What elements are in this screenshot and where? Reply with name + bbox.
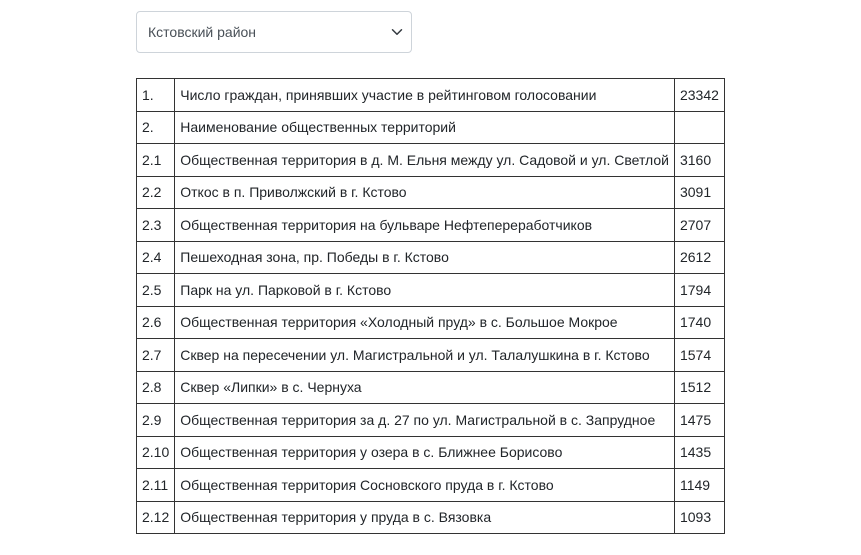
- vote-count: 3160: [673, 143, 725, 177]
- territory-name: Парк на ул. Парковой в г. Кстово: [174, 273, 675, 307]
- vote-count: 2707: [673, 208, 725, 242]
- vote-count: 1794: [673, 273, 725, 307]
- territory-name: Сквер «Липки» в с. Чернуха: [174, 370, 675, 404]
- vote-count: 1093: [673, 500, 725, 534]
- district-select-value: Кстовский район: [148, 24, 257, 40]
- chevron-down-icon: [389, 24, 405, 40]
- district-select[interactable]: Кстовский район: [136, 11, 412, 53]
- territory-name: Общественная территория в д. М. Ельня ме…: [174, 143, 675, 177]
- vote-count: 1435: [673, 435, 725, 469]
- results-table-body: 1. Число граждан, принявших участие в рей…: [135, 78, 725, 534]
- row-number: 1.: [135, 78, 176, 112]
- territory-name: Откос в п. Приволжский в г. Кстово: [174, 175, 675, 209]
- vote-count: [673, 110, 725, 144]
- vote-count: 23342: [673, 78, 725, 112]
- table-row: 2.10 Общественная территория у озера в с.…: [135, 435, 725, 469]
- vote-count: 1149: [673, 468, 725, 502]
- territory-name: Наименование общественных территорий: [174, 110, 675, 144]
- table-row: 2.1 Общественная территория в д. М. Ельня…: [135, 143, 725, 177]
- territory-name: Общественная территория у озера в с. Бли…: [174, 435, 675, 469]
- row-number: 2.11: [135, 468, 176, 502]
- table-row: 2.8 Сквер «Липки» в с. Чернуха 1512: [135, 370, 725, 404]
- territory-name: Сквер на пересечении ул. Магистральной и…: [174, 338, 675, 372]
- row-number: 2.9: [135, 403, 176, 437]
- vote-count: 1740: [673, 305, 725, 339]
- territory-name: Общественная территория у пруда в с. Вяз…: [174, 500, 675, 534]
- table-row: 2.12 Общественная территория у пруда в с.…: [135, 500, 725, 534]
- vote-count: 1574: [673, 338, 725, 372]
- table-row: 1. Число граждан, принявших участие в рей…: [135, 78, 725, 112]
- table-row: 2.5 Парк на ул. Парковой в г. Кстово 1794: [135, 273, 725, 307]
- vote-count: 2612: [673, 240, 725, 274]
- territory-name: Общественная территория на бульваре Нефт…: [174, 208, 675, 242]
- vote-count: 1512: [673, 370, 725, 404]
- vote-count: 3091: [673, 175, 725, 209]
- territory-name: Пешеходная зона, пр. Победы в г. Кстово: [174, 240, 675, 274]
- table-row: 2.6 Общественная территория «Холодный пру…: [135, 305, 725, 339]
- table-row: 2.9 Общественная территория за д. 27 по у…: [135, 403, 725, 437]
- table-row: 2.7 Сквер на пересечении ул. Магистрально…: [135, 338, 725, 372]
- table-row: 2.3 Общественная территория на бульваре Н…: [135, 208, 725, 242]
- results-table: 1. Число граждан, принявших участие в рей…: [135, 78, 725, 534]
- table-row: 2. Наименование общественных территорий: [135, 110, 725, 144]
- row-number: 2.1: [135, 143, 176, 177]
- table-row: 2.4 Пешеходная зона, пр. Победы в г. Ксто…: [135, 240, 725, 274]
- row-number: 2.3: [135, 208, 176, 242]
- row-number: 2.6: [135, 305, 176, 339]
- row-number: 2.4: [135, 240, 176, 274]
- table-row: 2.2 Откос в п. Приволжский в г. Кстово 309…: [135, 175, 725, 209]
- territory-name: Общественная территория за д. 27 по ул. …: [174, 403, 675, 437]
- row-number: 2.8: [135, 370, 176, 404]
- row-number: 2.2: [135, 175, 176, 209]
- row-number: 2.: [135, 110, 176, 144]
- row-number: 2.10: [135, 435, 176, 469]
- row-number: 2.12: [135, 500, 176, 534]
- territory-name: Общественная территория «Холодный пруд» …: [174, 305, 675, 339]
- territory-name: Число граждан, принявших участие в рейти…: [174, 78, 675, 112]
- table-row: 2.11 Общественная территория Сосновского …: [135, 468, 725, 502]
- row-number: 2.7: [135, 338, 176, 372]
- vote-count: 1475: [673, 403, 725, 437]
- territory-name: Общественная территория Сосновского пруд…: [174, 468, 675, 502]
- row-number: 2.5: [135, 273, 176, 307]
